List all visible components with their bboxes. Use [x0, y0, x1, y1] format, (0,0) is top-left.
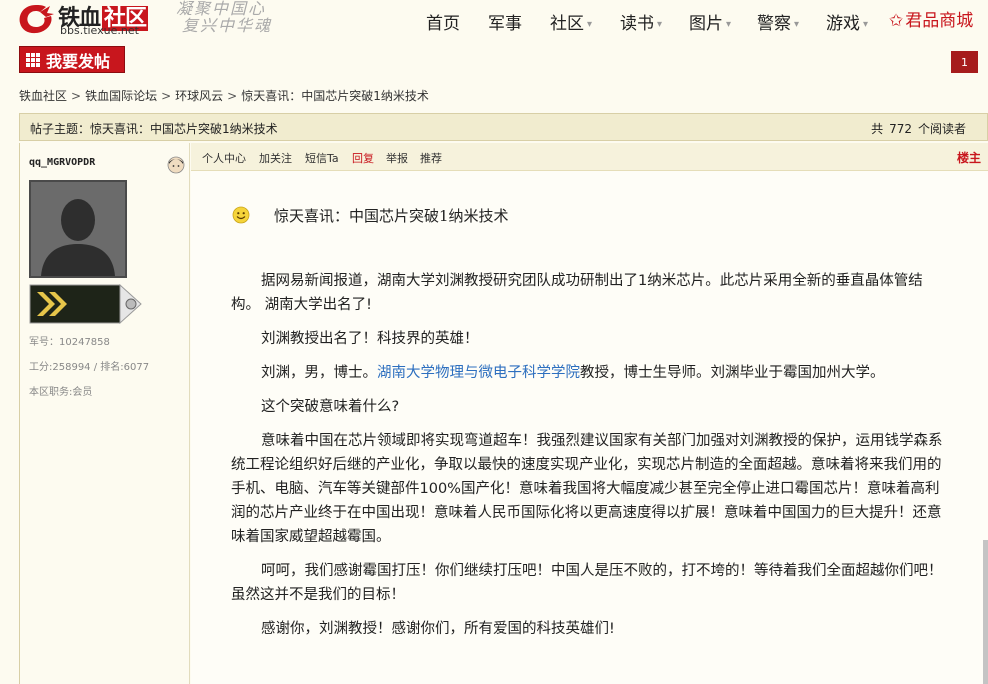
author-military-id: 军号：10247858: [29, 337, 110, 348]
thread-title: 帖子主题：惊天喜讯：中国芯片突破1纳米技术: [30, 122, 278, 136]
breadcrumb-item-community[interactable]: 铁血社区: [19, 89, 67, 103]
message-link[interactable]: 短信Ta: [305, 150, 339, 166]
college-link[interactable]: 湖南大学物理与微电子科学学院: [377, 365, 580, 381]
reader-count: 共 772 个阅读者: [871, 122, 966, 136]
recommend-link[interactable]: 推荐: [420, 150, 442, 166]
nav-item-games[interactable]: 游戏 ▾: [826, 9, 868, 34]
author-role: 本区职务:会员: [29, 387, 93, 398]
post-body: 据网易新闻报道，湖南大学刘渊教授研究团队成功研制出了1纳米芯片。此芯片采用全新的…: [231, 269, 947, 651]
floor-label: 楼主: [956, 151, 981, 165]
breadcrumb-separator: >: [71, 89, 82, 103]
slogan-line-1: 凝聚中国心: [176, 0, 267, 18]
chevron-down-icon: ▾: [657, 18, 663, 30]
breadcrumb-item-forum[interactable]: 铁血国际论坛: [85, 89, 157, 103]
paragraph: 刘渊教授出名了！科技界的英雄！: [261, 331, 479, 347]
post-content: 个人中心 加关注 短信Ta 回复 举报 推荐 楼主 惊天喜讯：中国芯片突破1纳米…: [191, 143, 988, 684]
scrollbar[interactable]: [983, 540, 988, 684]
paragraph: 这个突破意味着什么?: [261, 399, 400, 415]
author-username[interactable]: qq_MGRVOPDR: [29, 157, 95, 168]
default-avatar-icon: [31, 182, 125, 276]
profile-link[interactable]: 个人中心: [202, 150, 246, 166]
logo-url: bbs.tiexue.net: [60, 24, 139, 37]
smiley-icon: [232, 206, 250, 224]
dragon-logo-icon: [19, 5, 54, 34]
nav-item-police[interactable]: 警察 ▾: [757, 9, 799, 34]
nav-item-home[interactable]: 首页: [426, 9, 460, 34]
nav-item-reading[interactable]: 读书 ▾: [620, 9, 662, 34]
author-panel: qq_MGRVOPDR 军号：10247858 工分:258994 / 排名:6…: [20, 143, 190, 684]
post-toolbar: 个人中心 加关注 短信Ta 回复 举报 推荐 楼主: [191, 143, 988, 171]
breadcrumb-item-thread[interactable]: 惊天喜讯：中国芯片突破1纳米技术: [241, 89, 429, 103]
follow-link[interactable]: 加关注: [259, 150, 292, 166]
chevron-down-icon: ▾: [794, 18, 800, 30]
rank-badge-icon: [29, 284, 142, 324]
star-icon: ✩: [889, 11, 904, 31]
reply-link[interactable]: 回复: [352, 150, 374, 166]
slogan: 凝聚中国心 复兴中华魂: [176, 0, 272, 34]
thread-title-bar: 帖子主题：惊天喜讯：中国芯片突破1纳米技术 共 772 个阅读者: [19, 113, 988, 141]
post: qq_MGRVOPDR 军号：10247858 工分:258994 / 排名:6…: [19, 143, 988, 684]
paragraph: 意味着中国在芯片领域即将实现弯道超车！我强烈建议国家有关部门加强对刘渊教授的保护…: [231, 433, 943, 545]
nav-item-mall[interactable]: ✩ 君品商城: [889, 6, 973, 31]
paragraph: 刘渊，男，博士。湖南大学物理与微电子科学学院教授，博士生导师。刘渊毕业于霉国加州…: [261, 365, 885, 381]
nav-item-community[interactable]: 社区 ▾: [550, 9, 592, 34]
new-post-button[interactable]: 我要发帖: [19, 46, 125, 73]
breadcrumb-separator: >: [227, 89, 238, 103]
chevron-down-icon: ▾: [726, 18, 732, 30]
paragraph: 据网易新闻报道，湖南大学刘渊教授研究团队成功研制出了1纳米芯片。此芯片采用全新的…: [231, 273, 923, 313]
grid-icon: [26, 52, 40, 67]
chevron-down-icon: ▾: [863, 18, 869, 30]
breadcrumb: 铁血社区 > 铁血国际论坛 > 环球风云 > 惊天喜讯：中国芯片突破1纳米技术: [19, 87, 429, 104]
avatar[interactable]: [29, 180, 127, 278]
slogan-line-2: 复兴中华魂: [182, 16, 273, 35]
breadcrumb-separator: >: [161, 89, 172, 103]
paragraph: 呵呵，我们感谢霉国打压！你们继续打压吧！中国人是压不败的，打不垮的！等待着我们全…: [231, 563, 943, 603]
report-link[interactable]: 举报: [386, 150, 408, 166]
paragraph: 感谢你，刘渊教授！感谢你们，所有爱国的科技英雄们!: [261, 621, 615, 637]
nav-item-pictures[interactable]: 图片 ▾: [689, 9, 731, 34]
nav-item-military[interactable]: 军事: [488, 9, 522, 34]
user-head-icon: [167, 156, 185, 174]
site-logo[interactable]: 铁血 社区 bbs.tiexue.net: [8, 0, 168, 40]
chevron-down-icon: ▾: [587, 18, 593, 30]
breadcrumb-item-board[interactable]: 环球风云: [175, 89, 223, 103]
post-title: 惊天喜讯：中国芯片突破1纳米技术: [274, 207, 509, 225]
site-header: 铁血 社区 bbs.tiexue.net 凝聚中国心 复兴中华魂 首页 军事 社区…: [0, 0, 988, 40]
author-stats: 工分:258994 / 排名:6077: [29, 362, 150, 373]
page-number-button[interactable]: 1: [951, 51, 978, 73]
